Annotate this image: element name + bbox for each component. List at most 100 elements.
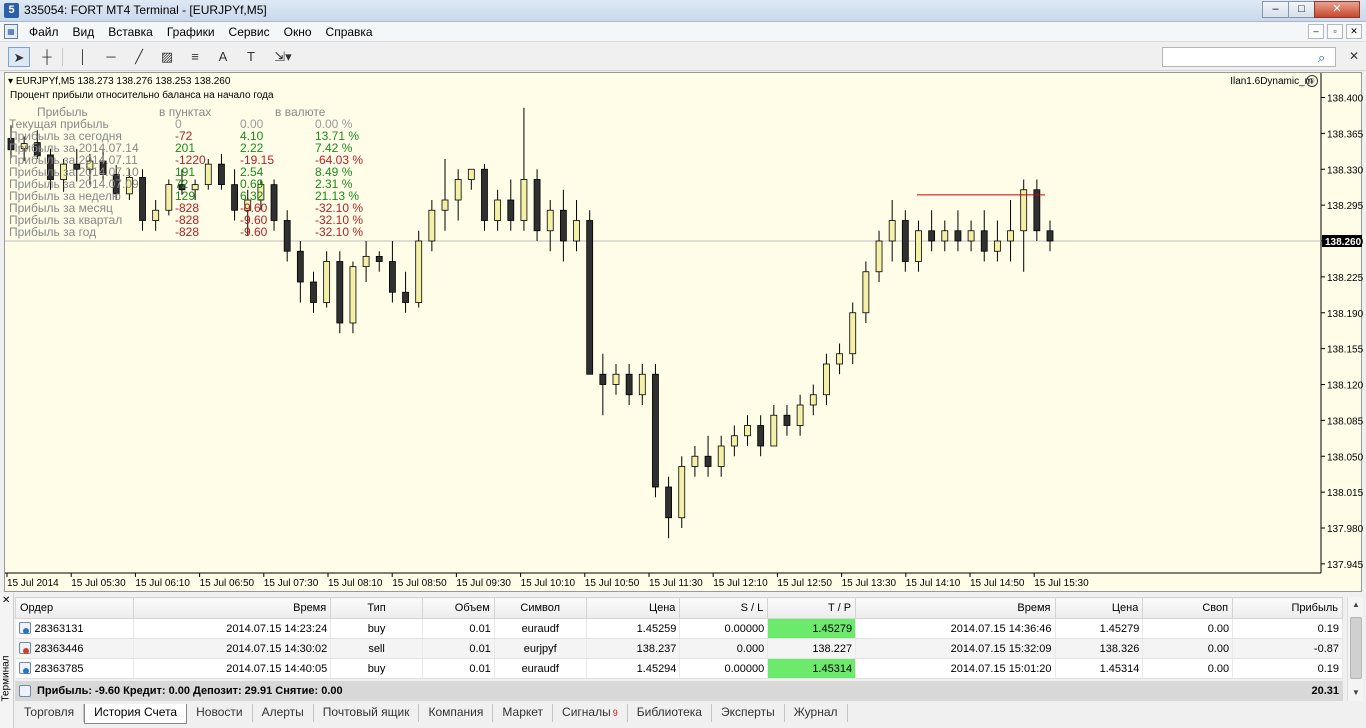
- price-tick-label: 138.225: [1327, 273, 1363, 284]
- tab-4[interactable]: Почтовый ящик: [314, 704, 420, 722]
- maximize-button[interactable]: □: [1288, 1, 1315, 18]
- menu-item-0[interactable]: Файл: [22, 25, 66, 39]
- vertical-line-icon[interactable]: │: [72, 47, 94, 67]
- candle-body: [454, 179, 462, 201]
- candle-body: [323, 261, 331, 303]
- table-row[interactable]: 28363446 2014.07.15 14:30:02 sell 0.01 eurjp…: [15, 638, 1343, 659]
- search-icon[interactable]: ⌕: [1318, 50, 1325, 66]
- text-label-icon[interactable]: T: [240, 47, 262, 67]
- column-header-4[interactable]: Символ: [493, 597, 587, 619]
- vertical-scrollbar[interactable]: ▲ ▼: [1347, 597, 1363, 701]
- horizontal-line-icon[interactable]: ─: [100, 47, 122, 67]
- search-input[interactable]: [1162, 47, 1336, 67]
- minimize-button[interactable]: –: [1262, 1, 1289, 18]
- menu-item-5[interactable]: Окно: [277, 25, 319, 39]
- scroll-down-icon[interactable]: ▼: [1349, 685, 1363, 701]
- drawing-toolbar: ➤ ┼ │ ─ ╱ ▨ ≡ A T ⇲▾ ⌕ ✕: [0, 43, 1366, 71]
- table-row[interactable]: 28363785 2014.07.15 14:40:05 buy 0.01 euraud…: [15, 658, 1343, 679]
- arrow-objects-icon[interactable]: ⇲▾: [268, 47, 298, 67]
- column-header-11[interactable]: Прибыль: [1232, 597, 1343, 619]
- tab-10[interactable]: Журнал: [785, 704, 848, 722]
- trend-line-icon[interactable]: ╱: [128, 47, 150, 67]
- cell-cprice: 1.45314: [1055, 658, 1144, 679]
- candle-body: [652, 373, 659, 488]
- candle-body: [139, 177, 146, 221]
- candle-body: [665, 486, 672, 519]
- time-tick-label: 15 Jul 13:30: [842, 578, 897, 589]
- text-icon[interactable]: A: [212, 47, 234, 67]
- column-header-3[interactable]: Объем: [421, 597, 495, 619]
- cursor-arrow-icon[interactable]: ➤: [8, 47, 30, 67]
- cell-close: 2014.07.15 14:36:46: [855, 618, 1056, 639]
- candle-body: [349, 266, 357, 324]
- tab-7[interactable]: Сигналы 9: [553, 704, 628, 722]
- cell-swap: 0.00: [1142, 638, 1234, 659]
- cell-swap: 0.00: [1142, 618, 1234, 639]
- expert-advisor-smiley-icon[interactable]: ☺: [1306, 75, 1318, 87]
- cell-profit: -0.87: [1232, 638, 1343, 659]
- candle-body: [1020, 189, 1028, 232]
- tab-label: Компания: [428, 705, 484, 719]
- scroll-thumb[interactable]: [1350, 617, 1362, 679]
- candle-body: [283, 220, 291, 252]
- candle-body: [507, 199, 515, 221]
- column-header-5[interactable]: Цена: [585, 597, 681, 619]
- tab-2[interactable]: Новости: [187, 704, 253, 722]
- tab-8[interactable]: Библиотека: [628, 704, 712, 722]
- price-tick-label: 138.365: [1327, 129, 1363, 140]
- menu-item-6[interactable]: Справка: [319, 25, 380, 39]
- chart-window[interactable]: 138.400 138.365 138.330 138.295 138.260 138.2…: [4, 72, 1363, 593]
- column-header-2[interactable]: Тип: [330, 597, 423, 619]
- scroll-up-icon[interactable]: ▲: [1349, 597, 1363, 613]
- mdi-restore-button[interactable]: ▫: [1327, 24, 1343, 39]
- menu-item-1[interactable]: Вид: [66, 25, 102, 39]
- candle-body: [888, 220, 896, 242]
- column-header-8[interactable]: Время: [855, 597, 1056, 619]
- crosshair-icon[interactable]: ┼: [36, 47, 58, 67]
- chart-document-icon[interactable]: ▦: [4, 24, 18, 39]
- tab-0[interactable]: Торговля: [15, 704, 85, 722]
- close-window-button[interactable]: ✕: [1314, 1, 1360, 18]
- tab-5[interactable]: Компания: [419, 704, 494, 722]
- candle-body: [704, 455, 712, 467]
- candle-body: [928, 230, 936, 242]
- cell-cprice: 138.326: [1055, 638, 1144, 659]
- time-tick-label: 15 Jul 06:10: [135, 578, 190, 589]
- stats-p: -828: [175, 225, 200, 239]
- candle-body: [757, 425, 765, 447]
- menu-item-2[interactable]: Вставка: [101, 25, 160, 39]
- close-panel-icon[interactable]: ✕: [1347, 49, 1361, 64]
- column-header-10[interactable]: Своп: [1142, 597, 1234, 619]
- column-header-6[interactable]: S / L: [679, 597, 769, 619]
- cell-price: 1.45259: [586, 618, 681, 639]
- column-header-1[interactable]: Время: [132, 597, 332, 619]
- menu-item-3[interactable]: Графики: [160, 25, 222, 39]
- app-logo-icon: 5: [4, 3, 19, 18]
- summary-total: 20.31: [1311, 685, 1339, 697]
- candle-body: [389, 261, 396, 293]
- candle-body: [296, 250, 304, 283]
- tab-1[interactable]: История Счета: [84, 704, 188, 724]
- tab-9[interactable]: Эксперты: [712, 704, 785, 722]
- chart-symbol-header: ▾ EURJPYf,M5 138.273 138.276 138.253 138…: [8, 76, 231, 87]
- tab-6[interactable]: Маркет: [493, 704, 554, 722]
- column-header-0[interactable]: Ордер: [15, 597, 134, 619]
- cell-tp: 1.45279: [767, 618, 857, 639]
- fibonacci-icon[interactable]: ≡: [184, 47, 206, 67]
- column-header-9[interactable]: Цена: [1054, 597, 1144, 619]
- cell-profit: 0.19: [1232, 618, 1343, 639]
- menu-item-4[interactable]: Сервис: [222, 25, 277, 39]
- cell-vol: 0.01: [422, 658, 495, 679]
- column-header-7[interactable]: T / P: [767, 597, 857, 619]
- order-sell-icon: [18, 642, 31, 654]
- tab-3[interactable]: Алерты: [253, 704, 314, 722]
- candle-body: [1046, 230, 1054, 242]
- mdi-close-button[interactable]: ✕: [1346, 24, 1362, 39]
- history-table: Ордер Время Тип Объем Символ Цена S / LT / P Вр…: [15, 597, 1343, 679]
- candlestick-chart[interactable]: 138.400 138.365 138.330 138.295 138.260 138.2…: [5, 73, 1363, 593]
- equidistant-channel-icon[interactable]: ▨: [156, 47, 178, 67]
- mdi-minimize-button[interactable]: –: [1308, 24, 1324, 39]
- cell-cprice: 1.45279: [1055, 618, 1144, 639]
- terminal-close-button[interactable]: ✕: [2, 595, 10, 606]
- table-row[interactable]: 28363131 2014.07.15 14:23:24 buy 0.01 euraud…: [15, 618, 1343, 639]
